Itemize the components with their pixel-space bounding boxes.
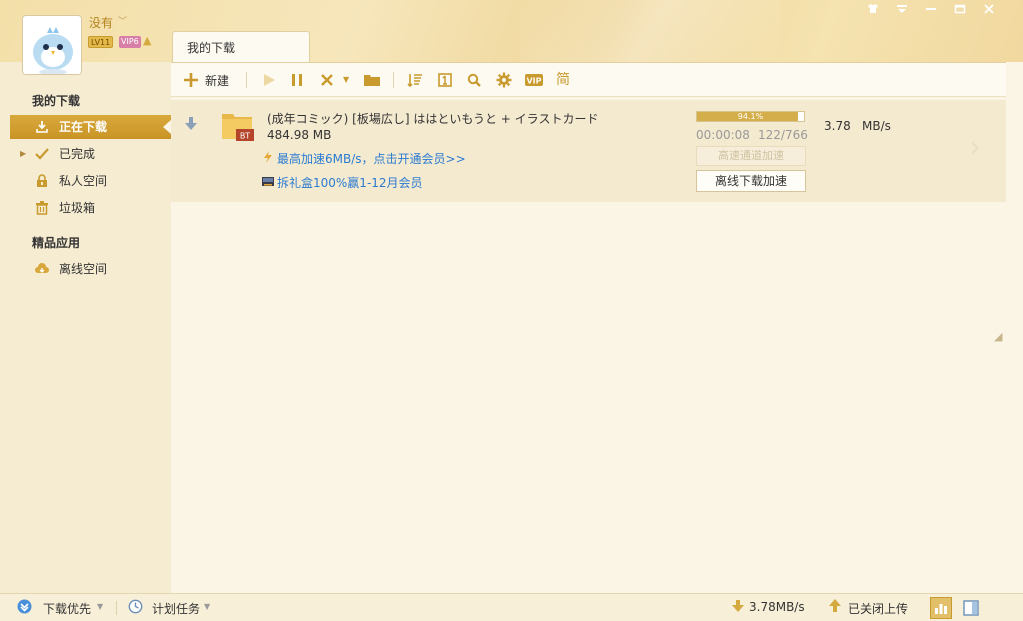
status-bar: 下载优先 ▼ 计划任务 ▼ 3.78MB/s 已关闭上传	[0, 593, 1023, 621]
delete-x-icon[interactable]	[320, 70, 334, 90]
download-arrow-icon	[732, 599, 744, 617]
download-list: BT (成年コミック) [板場広し] ははといもうと + イラストカード 484…	[171, 97, 1006, 593]
sidebar-item-label: 离线空间	[59, 262, 108, 276]
bt-folder-icon: BT	[221, 112, 254, 142]
user-menu-chevron-icon[interactable]: ﹀	[118, 14, 127, 27]
toolbar-divider	[246, 72, 247, 88]
sort-icon[interactable]	[407, 70, 423, 90]
promo-accelerate-link[interactable]: 最高加速6MB/s，点击开通会员>>	[261, 150, 466, 167]
gift-box-icon	[261, 175, 275, 190]
user-name[interactable]: 没有	[89, 14, 113, 31]
simplified-chinese-toggle[interactable]: 简	[556, 70, 570, 90]
download-priority-label[interactable]: 下载优先	[43, 600, 91, 617]
piece-count: 122/766	[758, 128, 808, 142]
high-speed-channel-button[interactable]: 高速通道加速	[696, 146, 806, 166]
upload-status[interactable]: 已关闭上传	[848, 600, 908, 617]
delete-dropdown-chevron-icon[interactable]: ▼	[343, 70, 349, 90]
search-icon[interactable]	[467, 70, 481, 90]
vip-badge[interactable]: VIP6	[119, 36, 141, 48]
sidebar-item-trash[interactable]: 垃圾箱	[10, 196, 171, 220]
progress-bar: 94.1%	[696, 111, 805, 122]
download-icon	[34, 115, 50, 142]
cloud-icon	[34, 257, 50, 284]
scheduled-dropdown-chevron-icon[interactable]: ▼	[204, 602, 210, 611]
tab-my-downloads[interactable]: 我的下载	[172, 31, 310, 62]
chart-view-icon[interactable]	[930, 597, 952, 619]
avatar[interactable]	[22, 15, 82, 75]
download-speed: 3.78	[824, 119, 851, 133]
start-play-icon[interactable]	[262, 70, 276, 90]
chevron-right-icon[interactable]: ›	[969, 130, 981, 165]
sidebar-item-label: 正在下载	[59, 120, 108, 134]
sidebar: 我的下载 正在下载 ▶ 已完成 私人空间 垃圾箱 精品应用 离线空间	[0, 62, 171, 593]
toolbar: 新建 ▼ VIP 简	[171, 62, 1006, 97]
table-row[interactable]: BT (成年コミック) [板場広し] ははといもうと + イラストカード 484…	[171, 100, 1006, 202]
title-bar: 没有 ﹀ LV11 VIP6 ▲ 我的下载	[0, 0, 1023, 75]
sidebar-section-apps: 精品应用	[32, 236, 81, 250]
task-name: (成年コミック) [板場広し] ははといもうと + イラストカード	[267, 112, 599, 126]
sidebar-item-private-space[interactable]: 私人空间	[10, 169, 171, 193]
lightning-icon	[261, 151, 275, 166]
vip-icon[interactable]: VIP	[524, 70, 544, 90]
expand-arrow-icon[interactable]: ▶	[20, 142, 26, 166]
promo-accelerate-text: 最高加速6MB/s，点击开通会员>>	[277, 152, 466, 166]
sidebar-item-completed[interactable]: ▶ 已完成	[10, 142, 171, 166]
sidebar-item-label: 已完成	[59, 147, 96, 161]
open-folder-icon[interactable]	[363, 70, 381, 90]
sidebar-item-downloading[interactable]: 正在下载	[10, 115, 171, 139]
promo-gift-link[interactable]: 拆礼盒100%赢1-12月会员	[261, 174, 423, 191]
settings-gear-icon[interactable]	[496, 70, 512, 90]
minimize-icon[interactable]	[916, 3, 945, 19]
progress-percent: 94.1%	[737, 112, 764, 121]
download-priority-icon[interactable]	[17, 599, 32, 618]
close-icon[interactable]	[974, 3, 1003, 19]
resize-grip-icon[interactable]: ◢	[994, 330, 1002, 343]
clock-icon[interactable]	[128, 599, 143, 618]
elapsed-time: 00:00:08	[696, 128, 750, 142]
downloading-arrow-icon	[185, 117, 197, 135]
new-task-label[interactable]: 新建	[205, 72, 229, 89]
panel-view-icon[interactable]	[960, 597, 982, 619]
total-download-speed: 3.78MB/s	[749, 600, 805, 614]
main-menu-icon[interactable]	[887, 3, 916, 19]
sidebar-item-label: 私人空间	[59, 174, 108, 188]
vip-upgrade-arrow-icon[interactable]: ▲	[143, 34, 151, 47]
xunlei-window: 没有 ﹀ LV11 VIP6 ▲ 我的下载 我的下载 正在下载 ▶ 已完成 私人…	[0, 0, 1023, 621]
priority-dropdown-chevron-icon[interactable]: ▼	[97, 602, 103, 611]
sidebar-item-offline-space[interactable]: 离线空间	[10, 257, 171, 281]
level-badge[interactable]: LV11	[88, 36, 114, 48]
window-controls	[858, 3, 1003, 19]
maximize-icon[interactable]	[945, 3, 974, 19]
status-divider	[116, 601, 117, 615]
new-task-button[interactable]	[183, 70, 199, 90]
trash-icon	[34, 196, 50, 223]
speed-unit: MB/s	[862, 119, 891, 133]
sidebar-section-my-downloads: 我的下载	[32, 94, 81, 108]
upload-arrow-icon	[829, 599, 841, 617]
skin-shirt-icon[interactable]	[858, 3, 887, 19]
promo-gift-text: 拆礼盒100%赢1-12月会员	[277, 176, 423, 190]
lock-icon	[34, 169, 50, 196]
bt-badge: BT	[240, 132, 250, 141]
offline-download-accelerate-button[interactable]: 离线下载加速	[696, 170, 806, 192]
check-icon	[34, 142, 50, 169]
right-edge-strip	[1006, 62, 1023, 593]
task-size: 484.98 MB	[267, 128, 332, 142]
toolbar-divider	[393, 72, 394, 88]
pause-icon[interactable]	[290, 70, 304, 90]
sidebar-item-label: 垃圾箱	[59, 201, 96, 215]
vip-icon-label: VIP	[526, 77, 541, 86]
scheduled-tasks-label[interactable]: 计划任务	[152, 600, 200, 617]
task-detail-icon[interactable]	[438, 70, 452, 90]
